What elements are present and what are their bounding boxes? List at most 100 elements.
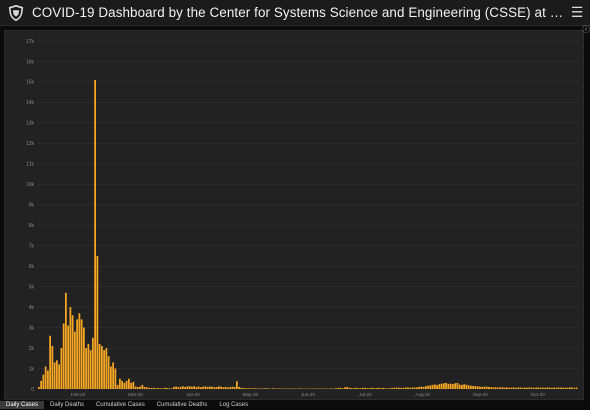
bar[interactable] bbox=[105, 348, 108, 389]
bar[interactable] bbox=[204, 386, 207, 389]
bar[interactable] bbox=[339, 387, 342, 389]
bar[interactable] bbox=[224, 386, 227, 389]
bar[interactable] bbox=[494, 387, 497, 389]
bar[interactable] bbox=[103, 350, 106, 389]
bar[interactable] bbox=[425, 386, 427, 389]
bar[interactable] bbox=[56, 360, 58, 389]
bar[interactable] bbox=[186, 386, 189, 389]
bar[interactable] bbox=[490, 387, 493, 389]
bar[interactable] bbox=[359, 388, 362, 389]
bar[interactable] bbox=[335, 388, 337, 389]
bar[interactable] bbox=[175, 386, 178, 389]
bar[interactable] bbox=[71, 315, 74, 389]
bar[interactable] bbox=[373, 388, 376, 389]
bar[interactable] bbox=[116, 384, 119, 389]
bar[interactable] bbox=[512, 387, 515, 389]
bar[interactable] bbox=[164, 387, 166, 389]
bar[interactable] bbox=[506, 387, 508, 389]
bar[interactable] bbox=[479, 386, 481, 389]
bar[interactable] bbox=[402, 387, 405, 389]
bar[interactable] bbox=[386, 388, 389, 389]
bar[interactable] bbox=[249, 388, 252, 389]
bar[interactable] bbox=[65, 292, 67, 389]
bar[interactable] bbox=[508, 387, 511, 389]
bar[interactable] bbox=[152, 387, 155, 389]
bar[interactable] bbox=[321, 388, 324, 389]
bar[interactable] bbox=[544, 387, 547, 389]
bar[interactable] bbox=[137, 386, 139, 389]
bar[interactable] bbox=[62, 323, 65, 389]
bar[interactable] bbox=[200, 387, 202, 389]
bar[interactable] bbox=[168, 388, 171, 389]
bar[interactable] bbox=[197, 386, 200, 389]
bar[interactable] bbox=[222, 387, 225, 389]
bar[interactable] bbox=[193, 386, 196, 389]
bar[interactable] bbox=[546, 387, 549, 389]
bar[interactable] bbox=[107, 356, 110, 389]
bar[interactable] bbox=[353, 388, 355, 389]
bar[interactable] bbox=[44, 366, 47, 389]
bar[interactable] bbox=[53, 362, 56, 389]
tab-cumulative-deaths[interactable]: Cumulative Deaths bbox=[151, 401, 214, 409]
bar[interactable] bbox=[537, 387, 540, 389]
bar[interactable] bbox=[456, 382, 459, 389]
bar[interactable] bbox=[524, 387, 526, 389]
bar[interactable] bbox=[272, 388, 274, 389]
bar[interactable] bbox=[499, 387, 502, 389]
bar[interactable] bbox=[157, 387, 160, 389]
bar[interactable] bbox=[400, 387, 403, 389]
bar[interactable] bbox=[436, 385, 439, 389]
bar[interactable] bbox=[42, 374, 45, 389]
bar[interactable] bbox=[148, 387, 151, 389]
bar[interactable] bbox=[528, 387, 531, 389]
bar[interactable] bbox=[173, 386, 175, 389]
bar[interactable] bbox=[130, 382, 133, 389]
bar[interactable] bbox=[548, 387, 551, 389]
bar[interactable] bbox=[242, 387, 245, 389]
bar[interactable] bbox=[227, 387, 229, 389]
bar[interactable] bbox=[231, 386, 234, 389]
bar[interactable] bbox=[382, 387, 385, 389]
bar[interactable] bbox=[258, 388, 261, 389]
bar[interactable] bbox=[80, 319, 83, 389]
bar[interactable] bbox=[229, 387, 232, 389]
bar[interactable] bbox=[420, 386, 423, 389]
bar[interactable] bbox=[553, 387, 556, 389]
bar[interactable] bbox=[89, 350, 92, 389]
bar[interactable] bbox=[535, 387, 538, 389]
bar[interactable] bbox=[467, 385, 470, 389]
tab-cumulative-cases[interactable]: Cumulative Cases bbox=[90, 401, 151, 409]
bar[interactable] bbox=[515, 387, 517, 389]
bar[interactable] bbox=[38, 386, 40, 389]
bar[interactable] bbox=[560, 387, 562, 389]
bar[interactable] bbox=[121, 380, 124, 389]
bar[interactable] bbox=[139, 386, 142, 389]
bar[interactable] bbox=[458, 384, 461, 390]
bar[interactable] bbox=[530, 387, 533, 389]
bar[interactable] bbox=[445, 382, 448, 389]
bar[interactable] bbox=[254, 388, 256, 389]
bar[interactable] bbox=[213, 387, 216, 389]
bar[interactable] bbox=[476, 386, 479, 389]
bar[interactable] bbox=[83, 327, 85, 389]
bar[interactable] bbox=[236, 381, 238, 389]
bar[interactable] bbox=[404, 387, 407, 389]
bar[interactable] bbox=[411, 387, 414, 389]
bar[interactable] bbox=[60, 348, 63, 389]
bar[interactable] bbox=[440, 383, 443, 389]
bar[interactable] bbox=[503, 387, 506, 389]
bar[interactable] bbox=[312, 388, 315, 389]
bar[interactable] bbox=[571, 387, 574, 389]
bar[interactable] bbox=[409, 387, 412, 389]
bar[interactable] bbox=[220, 386, 223, 389]
bar[interactable] bbox=[182, 386, 184, 389]
bar[interactable] bbox=[542, 387, 544, 389]
bar[interactable] bbox=[384, 388, 387, 389]
bar[interactable] bbox=[51, 346, 54, 389]
bar[interactable] bbox=[377, 387, 380, 389]
bar[interactable] bbox=[393, 387, 396, 389]
bar[interactable] bbox=[247, 388, 250, 389]
bar[interactable] bbox=[274, 388, 277, 389]
bar[interactable] bbox=[87, 343, 90, 389]
bar[interactable] bbox=[58, 364, 61, 389]
